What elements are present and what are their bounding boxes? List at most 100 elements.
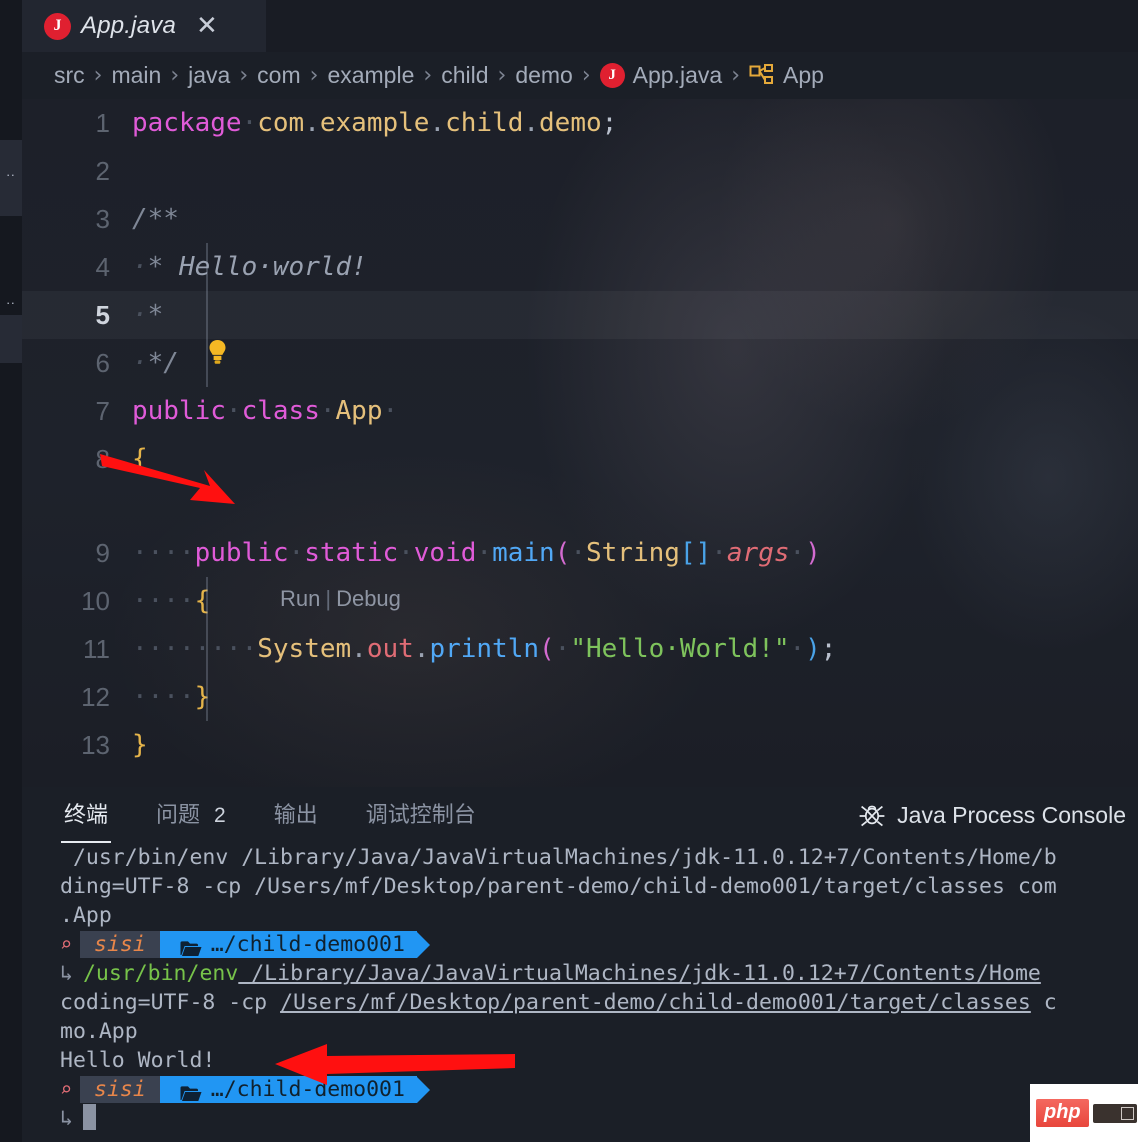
breadcrumb-label: example	[327, 62, 415, 88]
line-number: 13	[81, 729, 110, 760]
code-line[interactable]: 12 ····}	[22, 673, 1138, 721]
breadcrumb: src › main › java › com › example › chil…	[22, 52, 1138, 99]
activity-rail: .. ..	[0, 0, 22, 1142]
breadcrumb-item-src[interactable]: src	[54, 62, 85, 89]
terminal-line: mo.App	[60, 1019, 138, 1044]
codelens-run-link[interactable]: Run	[280, 586, 320, 611]
bottom-panel: 终端 问题 2 输出 调试控制台 Java Process Console /u…	[22, 787, 1138, 1142]
line-content: ····}	[132, 682, 211, 712]
code-line[interactable]: 1 package·com.example.child.demo;	[22, 99, 1138, 147]
breadcrumb-label: demo	[515, 62, 573, 88]
breadcrumb-item-main[interactable]: main	[111, 62, 161, 89]
panel-tab-debug-console[interactable]: 调试控制台	[366, 797, 476, 833]
line-number: 2	[95, 155, 110, 186]
code-line[interactable]: 4 ·* Hello·world!	[22, 243, 1138, 291]
line-number: 3	[95, 203, 110, 234]
codelens-separator: |	[325, 586, 332, 611]
code-line[interactable]: 7 public·class·App·	[22, 387, 1138, 435]
code-line[interactable]: 13 }	[22, 721, 1138, 769]
line-content: ····public·static·void·main(·String[]·ar…	[132, 538, 821, 568]
chevron-right-icon: ›	[497, 63, 507, 88]
java-file-icon	[599, 63, 625, 88]
code-line[interactable]: 3 /**	[22, 195, 1138, 243]
panel-tab-label: 问题	[156, 802, 201, 827]
code-line[interactable]: 2	[22, 147, 1138, 195]
prompt-dir-segment: …/child-demo001	[159, 1076, 417, 1103]
line-number: 9	[95, 537, 110, 568]
code-line[interactable]: 10 ····{	[22, 577, 1138, 625]
terminal-command: /usr/bin/env	[82, 961, 239, 986]
panel-tab-bar: 终端 问题 2 输出 调试控制台 Java Process Console	[22, 787, 1138, 843]
prompt-dir-segment: …/child-demo001	[159, 931, 417, 958]
breadcrumb-item-app-class[interactable]: App	[749, 62, 824, 89]
bug-icon	[857, 801, 887, 829]
chevron-right-icon: ›	[170, 63, 180, 88]
terminal-command-line: coding=UTF-8 -cp /Users/mf/Desktop/paren…	[60, 988, 1138, 1017]
prompt-user-segment: sisi	[80, 1076, 160, 1103]
line-number: 8	[95, 443, 110, 474]
watermark-text-block	[1092, 1103, 1137, 1123]
panel-tab-output[interactable]: 输出	[274, 797, 318, 833]
code-line[interactable]: 6 ·*/	[22, 339, 1138, 387]
code-line[interactable]: 9 ····public·static·void·main(·String[]·…	[22, 529, 1138, 577]
class-symbol-icon	[749, 63, 775, 88]
line-number: 11	[83, 633, 110, 664]
code-line-current[interactable]: 5 ·*	[22, 291, 1138, 339]
panel-tab-badge: 2	[214, 804, 226, 827]
terminal-line: .App	[60, 903, 112, 928]
lightbulb-icon[interactable]	[208, 339, 227, 365]
panel-tab-label: 终端	[64, 802, 109, 827]
line-number: 6	[95, 347, 110, 378]
code-line[interactable]: 8 {	[22, 435, 1138, 483]
editor-tab-app-java[interactable]: App.java ✕	[22, 0, 266, 52]
rail-block-lower[interactable]	[0, 315, 22, 363]
terminal-prompt: ⌕ sisi …/child-demo001	[60, 1075, 1138, 1104]
close-icon[interactable]: ✕	[196, 13, 218, 39]
chevron-right-icon: ›	[93, 63, 103, 88]
continuation-arrow-icon: ↳	[60, 961, 73, 986]
breadcrumb-item-java[interactable]: java	[188, 62, 230, 89]
prompt-user-segment: sisi	[80, 931, 160, 958]
codelens-debug-link[interactable]: Debug	[336, 586, 401, 611]
line-number: 12	[81, 681, 110, 712]
chevron-right-icon: ›	[239, 63, 249, 88]
folder-icon	[180, 936, 202, 956]
line-number: 1	[95, 107, 110, 138]
terminal-command-prefix: coding=UTF-8 -cp	[60, 990, 281, 1015]
panel-tab-terminal[interactable]: 终端	[60, 797, 112, 843]
line-content: public·class·App·	[132, 396, 399, 426]
continuation-arrow-icon: ↳	[60, 1106, 73, 1131]
breadcrumb-label: App	[783, 62, 824, 88]
line-content: ·*	[132, 300, 164, 330]
breadcrumb-label: src	[54, 62, 85, 88]
line-content: ·*/	[132, 348, 179, 378]
terminal-command-path: /Users/mf/Desktop/parent-demo/child-demo…	[280, 990, 1031, 1015]
line-content: ·* Hello·world!	[132, 252, 367, 282]
code-lines: 1 package·com.example.child.demo; 2 3 /*…	[22, 99, 1138, 787]
watermark-php-logo: php	[1036, 1099, 1089, 1127]
breadcrumb-item-app-java[interactable]: App.java	[599, 62, 722, 89]
rail-dots-upper-icon: ..	[6, 164, 16, 179]
terminal-input-line[interactable]: ↳	[60, 1104, 1138, 1133]
breadcrumb-label: com	[257, 62, 301, 88]
line-content: /**	[132, 204, 179, 234]
code-line[interactable]: 11 ········System.out.println(·"Hello·Wo…	[22, 625, 1138, 673]
editor-tab-bar: App.java ✕	[22, 0, 1138, 52]
line-number: 7	[95, 395, 110, 426]
breadcrumb-item-demo[interactable]: demo	[515, 62, 573, 89]
terminal-output[interactable]: /usr/bin/env /Library/Java/JavaVirtualMa…	[22, 843, 1138, 1142]
line-content: }	[132, 730, 148, 760]
breadcrumb-item-com[interactable]: com	[257, 62, 300, 89]
vscode-window: .. .. App.java ✕ src › main › java › com…	[0, 0, 1138, 1142]
line-content: {	[132, 444, 148, 474]
java-class-icon	[44, 12, 71, 40]
watermark: php	[1030, 1084, 1138, 1142]
terminal-selector[interactable]: Java Process Console	[857, 787, 1126, 843]
breadcrumb-label: child	[441, 62, 489, 88]
terminal-prompt: ⌕ sisi …/child-demo001	[60, 930, 1138, 959]
panel-tab-problems[interactable]: 问题 2	[156, 797, 226, 833]
breadcrumb-item-example[interactable]: example	[327, 62, 414, 89]
breadcrumb-item-child[interactable]: child	[441, 62, 488, 89]
code-editor[interactable]: 1 package·com.example.child.demo; 2 3 /*…	[22, 99, 1138, 787]
breadcrumb-label: java	[188, 62, 231, 88]
